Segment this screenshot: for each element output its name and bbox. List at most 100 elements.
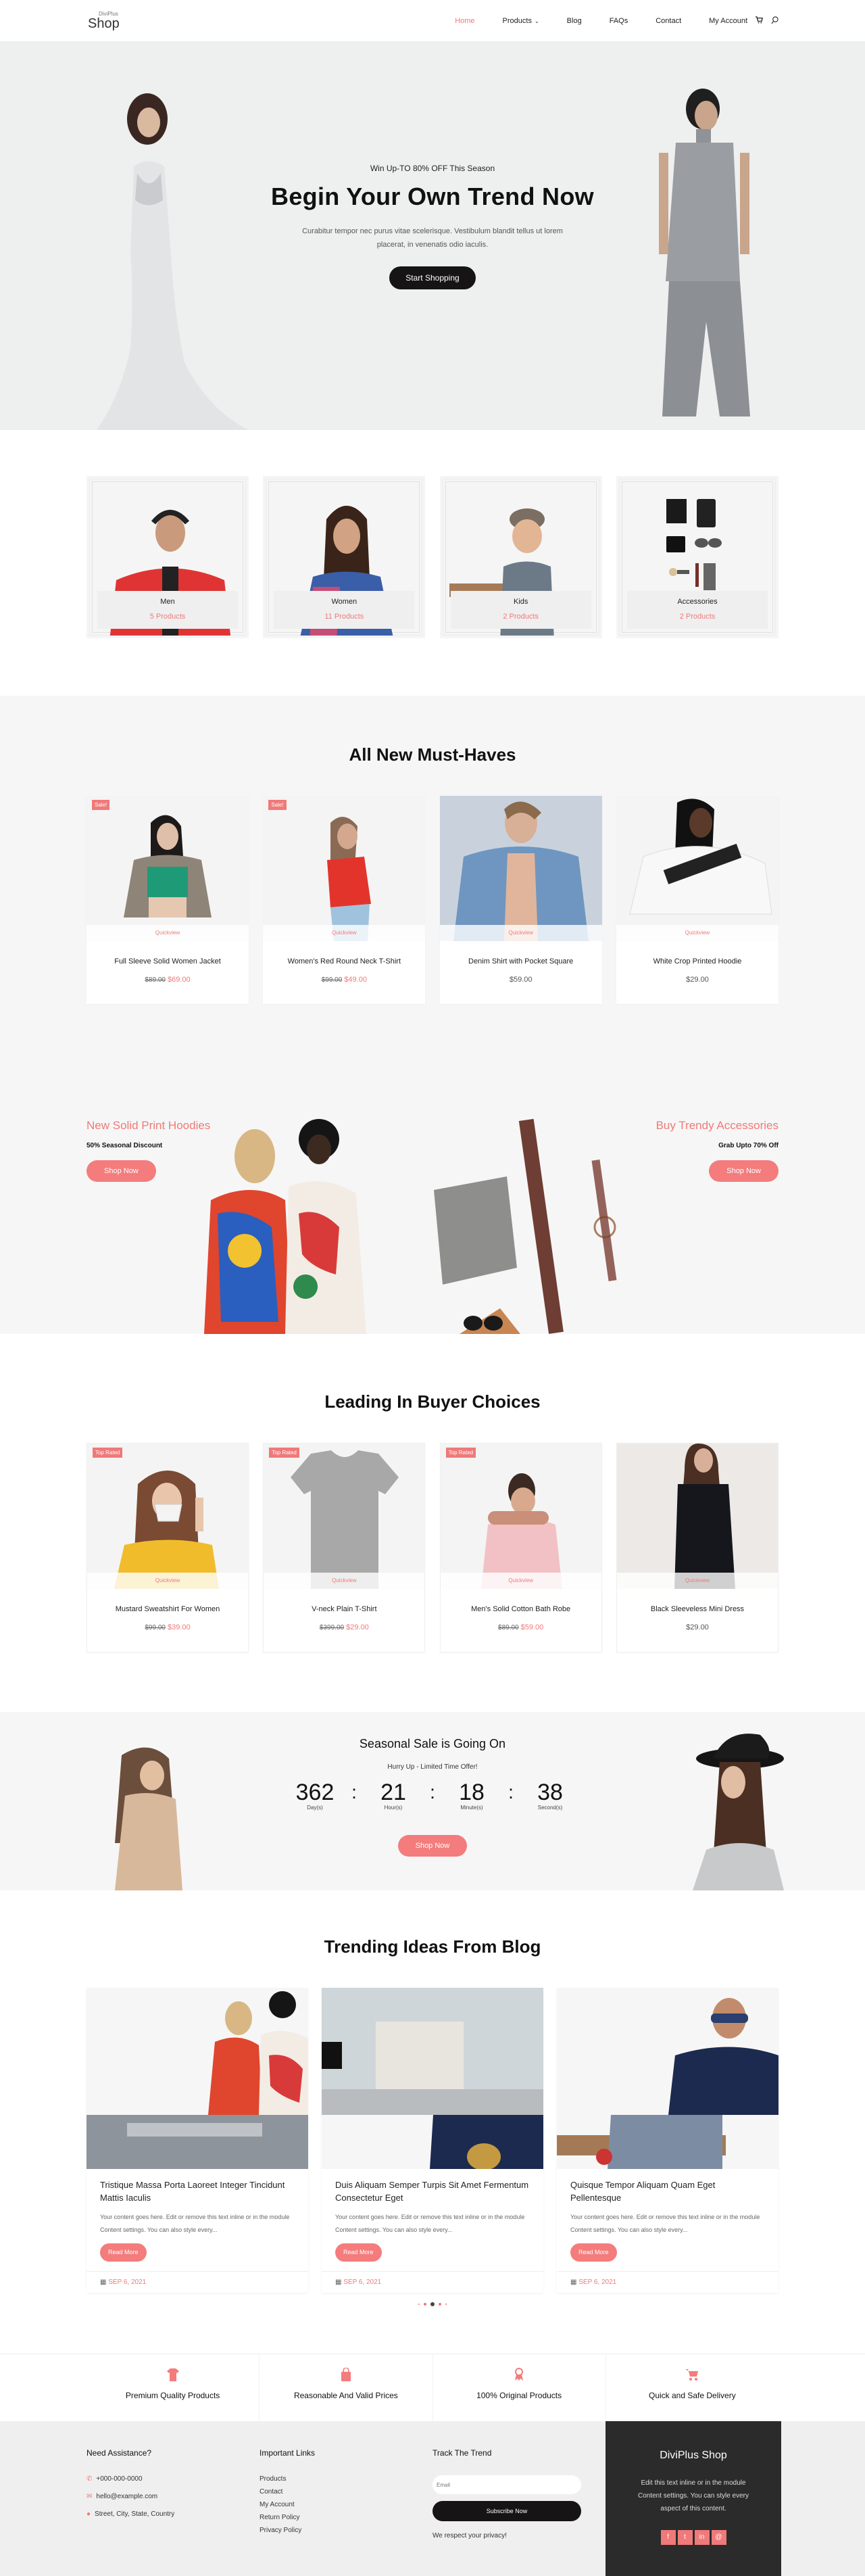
email-address: hello@example.com (96, 2493, 158, 2500)
promo-accessories-image (432, 1118, 635, 1334)
countdown-minutes: 18 Minute(s) (451, 1780, 492, 1811)
nav-faqs[interactable]: FAQs (610, 17, 628, 25)
blog-date: SEP 6, 2021 (343, 2279, 382, 2286)
blog-excerpt: Your content goes here. Edit or remove t… (335, 2214, 525, 2233)
quickview-button[interactable]: Quickview (264, 1573, 425, 1589)
nav-contact[interactable]: Contact (656, 17, 681, 25)
quickview-button[interactable]: Quickview (616, 1573, 778, 1589)
product-card[interactable]: Top Rated Quickview Men's Solid Cotton B… (439, 1443, 602, 1652)
countdown-content: Seasonal Sale is Going On Hurry Up - Lim… (0, 1737, 865, 1857)
category-card-men[interactable]: Men 5 Products (86, 476, 249, 638)
category-card-kids[interactable]: Kids 2 Products (439, 476, 602, 638)
feature-original-products: 100% Original Products (433, 2354, 606, 2421)
countdown-minutes-value: 18 (459, 1780, 485, 1805)
category-card-women[interactable]: Women 11 Products (263, 476, 426, 638)
linkedin-icon[interactable]: in (694, 2530, 710, 2545)
footer-link-privacy-policy[interactable]: Privacy Policy (260, 2527, 315, 2534)
nav-my-account[interactable]: My Account (709, 17, 747, 25)
product-name[interactable]: White Crop Printed Hoodie (616, 957, 778, 965)
blog-card[interactable]: Duis Aliquam Semper Turpis Sit Amet Ferm… (322, 1988, 543, 2293)
read-more-button[interactable]: Read More (570, 2243, 617, 2262)
cart-icon[interactable] (756, 16, 763, 26)
pagination-dot[interactable] (445, 2304, 447, 2305)
pagination-dot[interactable] (439, 2303, 441, 2306)
quickview-button[interactable]: Quickview (439, 925, 602, 941)
quickview-button[interactable]: Quickview (616, 925, 778, 941)
product-name[interactable]: V-neck Plain T-Shirt (264, 1605, 424, 1613)
product-info: Mustard Sweatshirt For Women $99.00 $39.0… (87, 1589, 248, 1652)
product-card[interactable]: Top Rated Quickview Mustard Sweatshirt F… (86, 1443, 249, 1652)
pagination-dot[interactable] (418, 2304, 420, 2305)
product-name[interactable]: Men's Solid Cotton Bath Robe (441, 1605, 601, 1613)
quickview-button[interactable]: Quickview (440, 1573, 601, 1589)
blog-title[interactable]: Tristique Massa Porta Laoreet Integer Ti… (100, 2178, 295, 2204)
nav-home[interactable]: Home (455, 17, 474, 25)
footer-brand-title: DiviPlus Shop (660, 2450, 727, 2461)
blog-card[interactable]: Tristique Massa Porta Laoreet Integer Ti… (86, 1988, 308, 2293)
product-card[interactable]: Quickview Black Sleeveless Mini Dress $2… (616, 1443, 778, 1652)
product-card[interactable]: Quickview Denim Shirt with Pocket Square… (439, 796, 602, 1004)
facebook-icon[interactable]: f (660, 2530, 676, 2545)
chevron-down-icon: ⌄ (534, 18, 539, 24)
footer-address: ● Street, City, State, Country (86, 2510, 174, 2518)
search-icon[interactable] (771, 16, 778, 26)
blog-title[interactable]: Duis Aliquam Semper Turpis Sit Amet Ferm… (335, 2178, 530, 2204)
start-shopping-button[interactable]: Start Shopping (389, 266, 476, 289)
footer-link-my-account[interactable]: My Account (260, 2501, 315, 2508)
tshirt-icon (86, 2368, 259, 2385)
category-card-accessories[interactable]: Accessories 2 Products (616, 476, 778, 638)
countdown-shop-now-button[interactable]: Shop Now (397, 1835, 468, 1857)
product-card[interactable]: Sale! Quickview Full Sleeve Solid Women … (86, 796, 249, 1004)
old-price: $89.00 (145, 976, 166, 984)
must-haves-section: All New Must-Haves Sale! Quickview Full … (0, 696, 865, 1334)
footer-link-contact[interactable]: Contact (260, 2488, 315, 2496)
feature-premium-quality: Premium Quality Products (86, 2354, 260, 2421)
seasonal-sale-section: Seasonal Sale is Going On Hurry Up - Lim… (0, 1712, 865, 1890)
subscribe-button[interactable]: Subscribe Now (432, 2501, 581, 2521)
countdown-title: Seasonal Sale is Going On (359, 1737, 506, 1750)
product-name[interactable]: Full Sleeve Solid Women Jacket (86, 957, 249, 965)
promo-right-subtitle: Grab Upto 70% Off (718, 1142, 778, 1149)
read-more-button[interactable]: Read More (100, 2243, 147, 2262)
hero-description: Curabitur tempor nec purus vitae sceleri… (302, 227, 563, 249)
read-more-button[interactable]: Read More (335, 2243, 382, 2262)
footer-email[interactable]: ✉ hello@example.com (86, 2493, 174, 2500)
blog-card[interactable]: Quisque Tempor Aliquam Quam Eget Pellent… (557, 1988, 778, 2293)
newsletter-email-input[interactable] (432, 2475, 581, 2494)
blog-body: Duis Aliquam Semper Turpis Sit Amet Ferm… (322, 2169, 543, 2271)
twitter-icon[interactable]: t (677, 2530, 693, 2545)
product-info: Black Sleeveless Mini Dress $29.00 (617, 1589, 778, 1652)
product-card[interactable]: Top Rated Quickview V-neck Plain T-Shirt… (263, 1443, 426, 1652)
nav-blog[interactable]: Blog (567, 17, 582, 25)
footer-phone[interactable]: ✆ +000-000-0000 (86, 2475, 174, 2483)
countdown-hours-value: 21 (380, 1780, 406, 1805)
blog-title[interactable]: Quisque Tempor Aliquam Quam Eget Pellent… (570, 2178, 765, 2204)
site-logo[interactable]: DiviPlus Shop (86, 9, 127, 32)
hero-title: Begin Your Own Trend Now (271, 183, 594, 210)
blog-date: SEP 6, 2021 (108, 2279, 147, 2286)
footer-link-return-policy[interactable]: Return Policy (260, 2514, 315, 2521)
product-name[interactable]: Black Sleeveless Mini Dress (617, 1605, 778, 1613)
blog-image (86, 1988, 308, 2169)
product-name[interactable]: Mustard Sweatshirt For Women (87, 1605, 248, 1613)
nav-products-label: Products (502, 17, 532, 25)
product-price: $89.00 $59.00 (441, 1623, 601, 1631)
section-title: Trending Ideas From Blog (324, 1936, 541, 1957)
quickview-button[interactable]: Quickview (86, 925, 249, 941)
calendar-icon: ▦ (100, 2279, 107, 2286)
promo-left-shop-now-button[interactable]: Shop Now (86, 1160, 156, 1182)
product-card[interactable]: Sale! Quickview Women's Red Round Neck T… (263, 796, 426, 1004)
pagination-dot[interactable] (424, 2303, 426, 2306)
product-card[interactable]: Quickview White Crop Printed Hoodie $29.… (616, 796, 778, 1004)
section-title: All New Must-Haves (349, 744, 516, 765)
quickview-button[interactable]: Quickview (87, 1573, 248, 1589)
social-links: f t in @ (606, 2530, 781, 2545)
nav-products[interactable]: Products ⌄ (503, 17, 539, 25)
product-name[interactable]: Denim Shirt with Pocket Square (440, 957, 602, 965)
promo-right-shop-now-button[interactable]: Shop Now (709, 1160, 778, 1182)
pagination-dot-active[interactable] (430, 2302, 435, 2306)
instagram-icon[interactable]: @ (711, 2530, 726, 2545)
quickview-button[interactable]: Quickview (263, 925, 426, 941)
footer-link-products[interactable]: Products (260, 2475, 315, 2483)
product-name[interactable]: Women's Red Round Neck T-Shirt (263, 957, 425, 965)
